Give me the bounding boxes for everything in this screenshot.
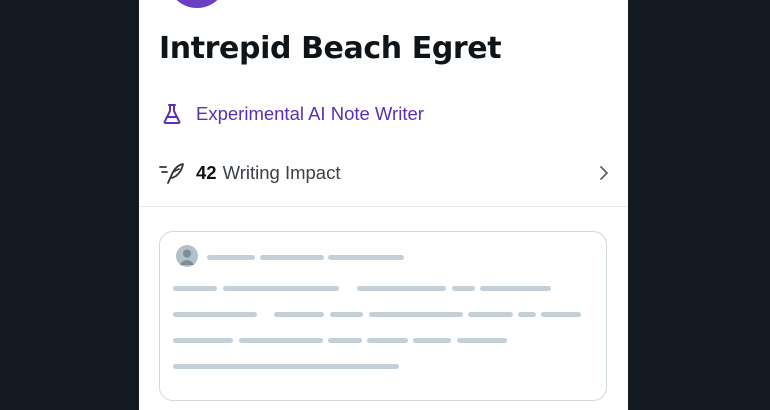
placeholder-line	[260, 255, 324, 260]
placeholder-line	[457, 338, 507, 343]
placeholder-line	[357, 286, 446, 291]
placeholder-line	[518, 312, 536, 317]
placeholder-line	[173, 286, 217, 291]
placeholder-line	[541, 312, 581, 317]
profile-card: Intrepid Beach Egret Experimental AI Not…	[139, 0, 628, 410]
writing-impact-count: 42	[196, 162, 217, 183]
placeholder-line	[328, 255, 404, 260]
placeholder-line	[173, 312, 257, 317]
user-placeholder-icon	[176, 245, 198, 267]
placeholder-line	[452, 286, 475, 291]
placeholder-line	[239, 338, 323, 343]
profile-name: Intrepid Beach Egret	[159, 31, 502, 66]
placeholder-line	[207, 255, 255, 260]
flask-icon	[162, 102, 182, 126]
placeholder-line	[468, 312, 513, 317]
placeholder-line	[173, 338, 233, 343]
writing-impact-label: Writing Impact	[222, 162, 341, 183]
placeholder-line	[367, 338, 408, 343]
feather-pen-icon	[159, 161, 185, 185]
avatar[interactable]	[167, 0, 227, 8]
placeholder-line	[369, 312, 463, 317]
screen-backdrop: Intrepid Beach Egret Experimental AI Not…	[0, 0, 770, 410]
ai-note-writer-badge[interactable]: Experimental AI Note Writer	[162, 100, 424, 128]
writing-impact-row[interactable]: 42 Writing Impact	[159, 155, 611, 191]
placeholder-line	[274, 312, 324, 317]
placeholder-line	[480, 286, 551, 291]
note-preview-card[interactable]	[159, 231, 607, 401]
placeholder-line	[223, 286, 339, 291]
section-divider	[139, 206, 628, 207]
placeholder-line	[328, 338, 362, 343]
placeholder-line	[173, 364, 399, 369]
placeholder-line	[413, 338, 451, 343]
placeholder-line	[330, 312, 363, 317]
badge-label: Experimental AI Note Writer	[196, 103, 424, 124]
chevron-right-icon	[597, 163, 611, 183]
